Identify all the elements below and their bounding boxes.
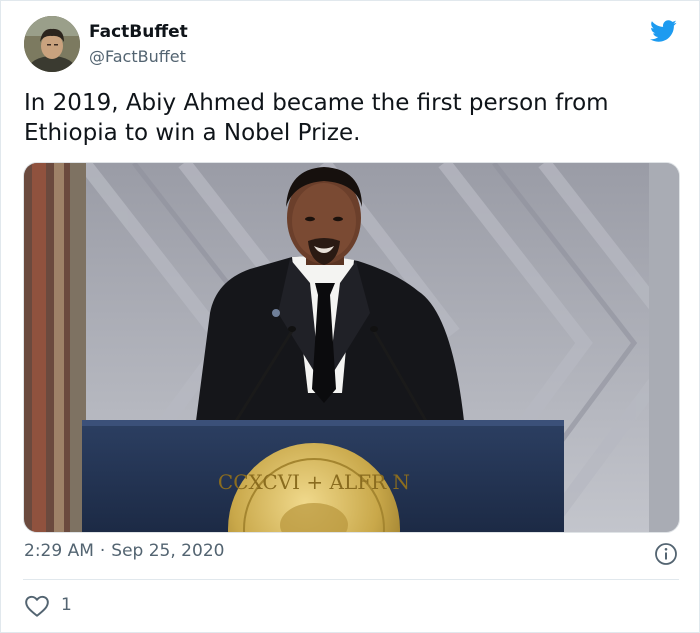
twitter-bird-icon[interactable] [647,17,679,45]
like-count: 1 [61,595,72,615]
avatar-image [24,16,80,72]
tweet-time: 2:29 AM [24,541,94,561]
avatar[interactable] [24,16,80,72]
timestamp-separator: · [99,541,106,561]
medal-inscription: CCXCVI + ALFR N [218,470,410,494]
tweet-date: Sep 25, 2020 [111,541,225,561]
handle[interactable]: @FactBuffet [89,47,186,66]
tweet-photo[interactable]: CCXCVI + ALFR N [23,162,680,533]
tweet-timestamp[interactable]: 2:29 AM · Sep 25, 2020 [24,541,224,561]
info-icon[interactable] [654,542,678,566]
heart-icon[interactable] [24,594,50,618]
display-name[interactable]: FactBuffet [89,22,188,42]
divider [23,579,679,580]
tweet-card: FactBuffet @FactBuffet In 2019, Abiy Ahm… [0,0,700,633]
photo-podium-speaker: CCXCVI + ALFR N [24,163,679,532]
tweet-text: In 2019, Abiy Ahmed became the first per… [24,90,609,146]
